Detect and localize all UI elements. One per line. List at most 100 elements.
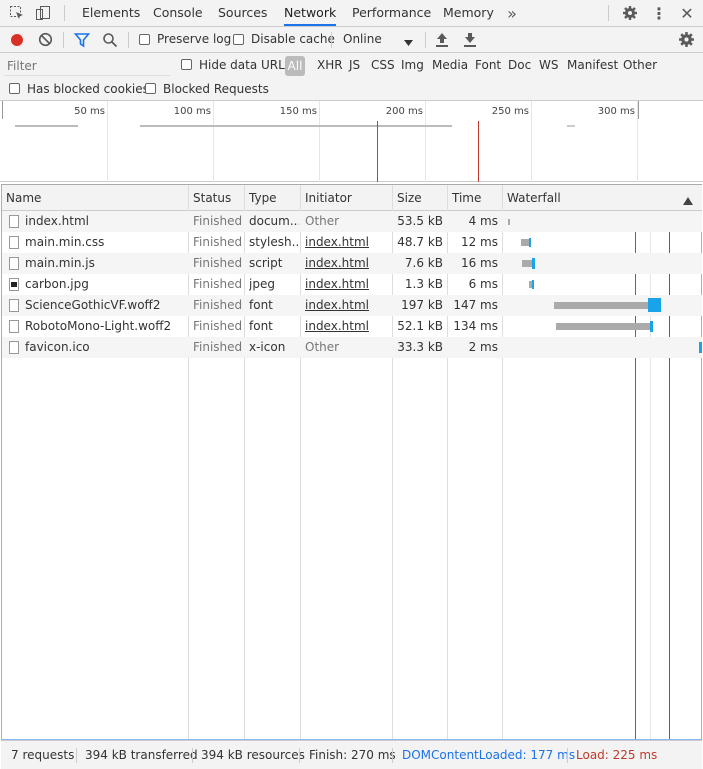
request-time: 16 ms xyxy=(460,256,498,270)
type-filter-xhr[interactable]: XHR xyxy=(317,58,343,72)
inspect-element-icon[interactable] xyxy=(8,4,26,22)
device-toolbar-icon[interactable] xyxy=(34,4,52,22)
column-header-time[interactable]: Time xyxy=(448,185,503,211)
filter-bar: Hide data URLs All XHR JS CSS Img Media … xyxy=(0,53,703,79)
hide-data-urls-checkbox[interactable] xyxy=(181,59,192,70)
tab-performance[interactable]: Performance xyxy=(352,0,431,26)
has-blocked-cookies-label: Has blocked cookies xyxy=(27,82,149,96)
tab-console[interactable]: Console xyxy=(153,0,203,26)
sort-ascending-arrow-icon[interactable] xyxy=(683,194,693,208)
export-har-download-icon[interactable] xyxy=(463,32,477,51)
type-filter-ws[interactable]: WS xyxy=(539,58,558,72)
request-row[interactable]: index.html Finished docum... Other 53.5 … xyxy=(2,211,702,232)
request-row[interactable]: carbon.jpg Finished jpeg index.html 1.3 … xyxy=(2,274,702,295)
waterfall-bar-download xyxy=(699,342,702,353)
toolbar-divider xyxy=(331,32,332,48)
search-icon[interactable] xyxy=(102,32,118,51)
request-size: 1.3 kB xyxy=(404,277,443,291)
request-row[interactable]: RobotoMono-Light.woff2 Finished font ind… xyxy=(2,316,702,337)
request-initiator-link[interactable]: index.html xyxy=(305,253,390,274)
throttling-select[interactable]: Online xyxy=(336,30,420,50)
network-summary-bar: 7 requests 394 kB transferred 394 kB res… xyxy=(1,740,702,769)
network-overview-timeline[interactable]: 50 ms 100 ms 150 ms 200 ms 250 ms 300 ms xyxy=(0,101,703,182)
request-initiator-link[interactable]: index.html xyxy=(305,295,390,316)
devtools-tab-bar: Elements Console Sources Network Perform… xyxy=(0,0,703,27)
overview-tick-label: 100 ms xyxy=(173,106,211,117)
request-initiator-link[interactable]: index.html xyxy=(305,232,390,253)
request-initiator-link[interactable]: index.html xyxy=(305,274,390,295)
request-status: Finished xyxy=(193,340,243,354)
column-header-size[interactable]: Size xyxy=(393,185,448,211)
close-devtools-icon[interactable]: ✕ xyxy=(678,4,696,23)
summary-divider xyxy=(76,748,77,763)
waterfall-bar-waiting xyxy=(556,323,650,330)
request-row[interactable]: main.min.js Finished script index.html 7… xyxy=(2,253,702,274)
request-status: Finished xyxy=(193,256,243,270)
waterfall-bar-download xyxy=(532,258,535,269)
waterfall-bar-download xyxy=(529,238,531,247)
column-header-status[interactable]: Status xyxy=(189,185,245,211)
type-filter-media[interactable]: Media xyxy=(432,58,468,72)
type-filter-manifest[interactable]: Manifest xyxy=(567,58,618,72)
import-har-upload-icon[interactable] xyxy=(435,32,449,51)
request-type: font xyxy=(249,319,273,333)
column-header-type[interactable]: Type xyxy=(245,185,301,211)
request-size: 7.6 kB xyxy=(404,256,443,270)
disable-cache-checkbox[interactable] xyxy=(233,34,244,45)
clear-icon[interactable] xyxy=(38,32,53,50)
column-header-initiator[interactable]: Initiator xyxy=(301,185,393,211)
type-filter-doc[interactable]: Doc xyxy=(508,58,531,72)
column-header-waterfall[interactable]: Waterfall xyxy=(503,185,683,211)
type-filter-other[interactable]: Other xyxy=(623,58,657,72)
overview-gridline xyxy=(637,101,638,182)
request-row[interactable]: ScienceGothicVF.woff2 Finished font inde… xyxy=(2,295,702,316)
toolbar-divider xyxy=(63,32,64,48)
tab-network[interactable]: Network xyxy=(284,0,337,26)
icon-file-icon xyxy=(9,341,19,354)
request-row[interactable]: favicon.ico Finished x-icon Other 33.3 k… xyxy=(2,337,702,358)
tab-sources[interactable]: Sources xyxy=(218,0,267,26)
network-settings-gear-icon[interactable] xyxy=(678,31,695,51)
record-button-icon[interactable] xyxy=(10,33,24,47)
font-file-icon xyxy=(9,320,19,333)
summary-load-time: Load: 225 ms xyxy=(576,748,658,762)
type-filter-js[interactable]: JS xyxy=(349,58,360,72)
tab-elements[interactable]: Elements xyxy=(82,0,140,26)
disable-cache-label: Disable cache xyxy=(251,32,335,46)
summary-finish-time: Finish: 270 ms xyxy=(309,748,396,762)
column-header-name[interactable]: Name xyxy=(2,185,189,211)
type-filter-font[interactable]: Font xyxy=(475,58,501,72)
more-options-kebab-icon[interactable]: ⋮ xyxy=(650,4,668,23)
more-tabs-chevron-icon[interactable]: » xyxy=(503,4,521,23)
filter-input[interactable] xyxy=(4,56,170,76)
blocked-filter-bar: Has blocked cookies Blocked Requests xyxy=(0,79,703,101)
tab-memory[interactable]: Memory xyxy=(443,0,494,26)
request-type: stylesh... xyxy=(249,235,299,249)
settings-gear-icon[interactable] xyxy=(621,4,639,22)
request-name: carbon.jpg xyxy=(25,277,89,291)
request-initiator: Other xyxy=(305,340,340,354)
hide-data-urls-label: Hide data URLs xyxy=(199,58,292,72)
overview-tick-label: 200 ms xyxy=(385,106,423,117)
overview-left-handle[interactable] xyxy=(2,101,3,119)
overview-tick-label: 300 ms xyxy=(597,106,635,117)
overview-gridline xyxy=(425,101,426,182)
waterfall-bar-download xyxy=(532,280,534,289)
has-blocked-cookies-checkbox[interactable] xyxy=(9,83,20,94)
overview-right-handle[interactable] xyxy=(638,101,639,119)
filter-funnel-icon[interactable] xyxy=(73,32,91,51)
type-filter-css[interactable]: CSS xyxy=(371,58,395,72)
dropdown-arrow-icon xyxy=(404,36,413,50)
network-toolbar: Preserve log Disable cache Online xyxy=(0,27,703,53)
request-initiator-link[interactable]: index.html xyxy=(305,316,390,337)
overview-gridline xyxy=(107,101,108,182)
blocked-requests-checkbox[interactable] xyxy=(145,83,156,94)
font-file-icon xyxy=(9,299,19,312)
type-filter-img[interactable]: Img xyxy=(401,58,424,72)
type-filter-all[interactable]: All xyxy=(285,56,305,76)
request-row[interactable]: main.min.css Finished stylesh... index.h… xyxy=(2,232,702,253)
preserve-log-checkbox[interactable] xyxy=(139,34,150,45)
request-status: Finished xyxy=(193,319,243,333)
overview-request-bar xyxy=(567,125,575,127)
request-size: 33.3 kB xyxy=(397,340,443,354)
